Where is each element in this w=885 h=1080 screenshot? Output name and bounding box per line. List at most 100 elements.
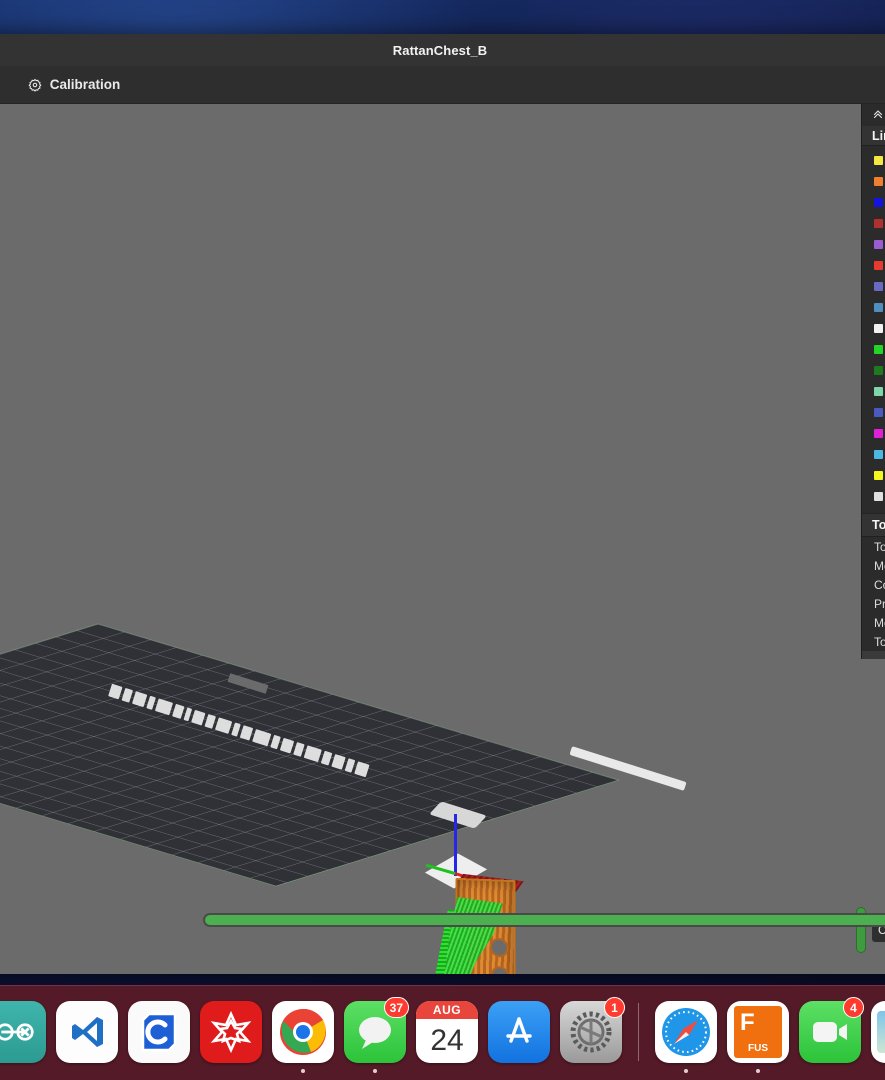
clion-icon[interactable] bbox=[128, 1001, 190, 1063]
legend-row[interactable]: Bottom s bbox=[862, 276, 885, 297]
dock-item-chrome[interactable] bbox=[272, 1001, 334, 1073]
legend-row[interactable]: Overhan bbox=[862, 192, 885, 213]
photos-icon[interactable] bbox=[871, 1001, 885, 1063]
arduino-icon[interactable] bbox=[0, 1001, 46, 1063]
move-slider-horizontal[interactable] bbox=[203, 908, 885, 932]
dock-item-fusion[interactable]: F FUS bbox=[727, 1001, 789, 1073]
color-scheme-panel: Color S Line Type Inner wa Outer wa Over… bbox=[861, 104, 885, 659]
legend-row[interactable]: Unretrac bbox=[862, 444, 885, 465]
legend-row[interactable]: Seams bbox=[862, 486, 885, 507]
line-type-list: Inner wa Outer wa Overhan Sparse in Inte… bbox=[862, 146, 885, 513]
legend-swatch bbox=[874, 219, 883, 228]
dock-item-safari[interactable] bbox=[655, 1001, 717, 1073]
running-indicator bbox=[301, 1069, 305, 1073]
calendar-day: 24 bbox=[430, 1024, 464, 1057]
estimation-row: Total time: bbox=[874, 634, 885, 649]
legend-row[interactable]: Sparse in bbox=[862, 213, 885, 234]
axis-z bbox=[454, 814, 457, 876]
legend-row[interactable]: Outer wa bbox=[862, 171, 885, 192]
thumbnail-strip bbox=[0, 104, 36, 974]
estimation-row: Cost: bbox=[874, 577, 885, 592]
legend-swatch bbox=[874, 282, 883, 291]
legend-row[interactable]: Support bbox=[862, 339, 885, 360]
legend-swatch bbox=[874, 492, 883, 501]
badge-count: 4 bbox=[843, 997, 864, 1018]
slicer-window: RattanChest_B Project Calibration bbox=[0, 34, 885, 974]
running-indicator bbox=[684, 1069, 688, 1073]
toolbar-item-calibration[interactable]: Calibration bbox=[14, 66, 135, 103]
dock-item-calendar[interactable]: AUG 24 bbox=[416, 1001, 478, 1063]
line-type-header: Line Type bbox=[862, 126, 885, 146]
dock-divider bbox=[638, 1003, 639, 1061]
build-plate-area bbox=[0, 624, 770, 974]
running-indicator bbox=[756, 1069, 760, 1073]
chevron-double-up-icon[interactable] bbox=[872, 108, 884, 123]
mathematica-icon[interactable] bbox=[200, 1001, 262, 1063]
dock-item-app-store[interactable] bbox=[488, 1001, 550, 1063]
macos-dock: 37 AUG 24 1 F FUS 4 bbox=[0, 985, 885, 1080]
calendar-icon[interactable]: AUG 24 bbox=[416, 1001, 478, 1063]
legend-swatch bbox=[874, 240, 883, 249]
dock-item-mathematica[interactable] bbox=[200, 1001, 262, 1063]
safari-icon[interactable] bbox=[655, 1001, 717, 1063]
legend-row[interactable]: Travel bbox=[862, 402, 885, 423]
move-slider-track[interactable] bbox=[203, 913, 885, 927]
fusion-icon[interactable]: F FUS bbox=[727, 1001, 789, 1063]
legend-swatch bbox=[874, 450, 883, 459]
legend-swatch bbox=[874, 156, 883, 165]
toolbar-item-project[interactable]: Project bbox=[0, 66, 14, 103]
dock-items: 37 AUG 24 1 F FUS 4 bbox=[0, 988, 885, 1076]
legend-swatch bbox=[874, 366, 883, 375]
legend-row[interactable]: Retract bbox=[862, 423, 885, 444]
estimation-row: Model Filam bbox=[874, 558, 885, 573]
legend-row[interactable]: Support bbox=[862, 360, 885, 381]
calendar-month: AUG bbox=[416, 1001, 478, 1019]
toolbar-item-label: Calibration bbox=[49, 77, 121, 92]
dock-item-system-settings[interactable]: 1 bbox=[560, 997, 625, 1063]
fusion-label: FUS bbox=[748, 1043, 768, 1054]
legend-swatch bbox=[874, 471, 883, 480]
legend-row[interactable]: Internal s bbox=[862, 234, 885, 255]
dock-item-messages[interactable]: 37 bbox=[344, 997, 409, 1073]
estimation-row: Model print bbox=[874, 615, 885, 630]
legend-row[interactable]: Inner wa bbox=[862, 150, 885, 171]
total-estimation-header: Total Estim bbox=[862, 513, 885, 537]
fusion-f-glyph: F bbox=[740, 1009, 755, 1036]
legend-swatch bbox=[874, 198, 883, 207]
badge-count: 1 bbox=[604, 997, 625, 1018]
legend-swatch bbox=[874, 429, 883, 438]
dock-item-clion[interactable] bbox=[128, 1001, 190, 1063]
legend-panel-footer bbox=[862, 651, 885, 659]
legend-row[interactable]: Wipe bbox=[862, 465, 885, 486]
window-titlebar: RattanChest_B bbox=[0, 34, 885, 66]
legend-swatch bbox=[874, 324, 883, 333]
dock-item-vscode[interactable] bbox=[56, 1001, 118, 1063]
legend-row[interactable]: Gap infill bbox=[862, 318, 885, 339]
3d-viewport[interactable]: Color S Line Type Inner wa Outer wa Over… bbox=[0, 104, 885, 974]
legend-row[interactable]: Bridge bbox=[862, 297, 885, 318]
badge-count: 37 bbox=[383, 997, 409, 1018]
legend-swatch bbox=[874, 303, 883, 312]
vscode-icon[interactable] bbox=[56, 1001, 118, 1063]
gear-icon bbox=[28, 78, 42, 92]
chrome-icon[interactable] bbox=[272, 1001, 334, 1063]
legend-swatch bbox=[874, 387, 883, 396]
estimation-row: Total Filame bbox=[874, 539, 885, 554]
dock-item-facetime[interactable]: 4 bbox=[799, 997, 864, 1063]
running-indicator bbox=[373, 1069, 377, 1073]
total-estimation-list: Total Filame Model Filam Cost: Prepare t… bbox=[862, 537, 885, 651]
main-toolbar: Project Calibration bbox=[0, 66, 885, 104]
legend-row[interactable]: Top surfa bbox=[862, 255, 885, 276]
legend-swatch bbox=[874, 408, 883, 417]
move-slider-fill bbox=[205, 915, 885, 925]
estimation-row: Prepare tim bbox=[874, 596, 885, 611]
legend-swatch bbox=[874, 345, 883, 354]
legend-swatch bbox=[874, 177, 883, 186]
dock-item-arduino[interactable] bbox=[0, 1001, 46, 1063]
window-title: RattanChest_B bbox=[392, 42, 488, 58]
legend-row[interactable]: Custom bbox=[862, 381, 885, 402]
app-store-icon[interactable] bbox=[488, 1001, 550, 1063]
color-scheme-header[interactable]: Color S bbox=[862, 104, 885, 126]
legend-swatch bbox=[874, 261, 883, 270]
dock-item-photos[interactable] bbox=[871, 1001, 885, 1063]
